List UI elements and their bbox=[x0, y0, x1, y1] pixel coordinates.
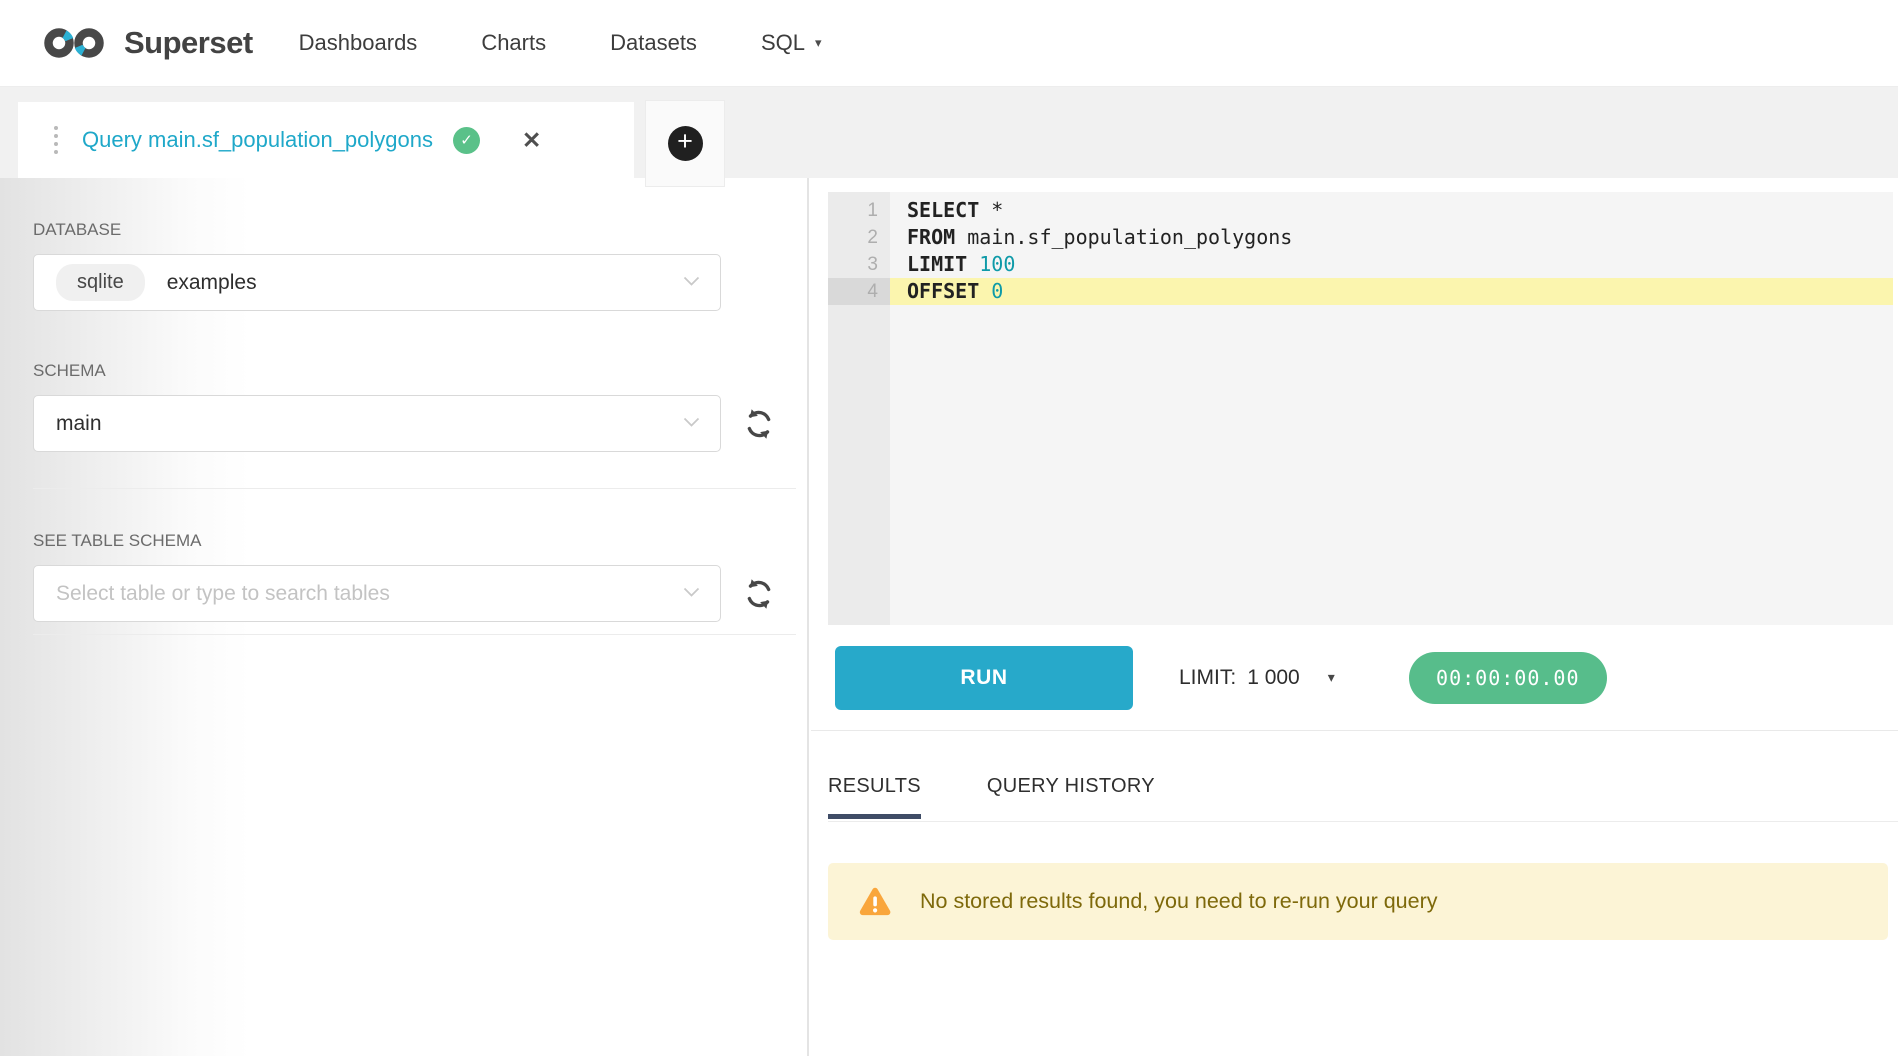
refresh-icon bbox=[742, 577, 776, 611]
top-nav: Superset Dashboards Charts Datasets SQL … bbox=[0, 0, 1898, 87]
see-table-schema-label: SEE TABLE SCHEMA bbox=[33, 531, 807, 551]
no-results-warning-banner: No stored results found, you need to re-… bbox=[828, 863, 1888, 940]
limit-value: 1 000 bbox=[1247, 666, 1300, 690]
sql-code-lines: 1 SELECT * 2 FROM main.sf_population_pol… bbox=[828, 197, 1893, 305]
query-tab-title[interactable]: Query main.sf_population_polygons bbox=[82, 127, 433, 153]
superset-logo[interactable]: Superset bbox=[40, 25, 253, 61]
line-number: 1 bbox=[828, 197, 890, 224]
code-text: LIMIT 100 bbox=[890, 251, 1893, 278]
database-label: DATABASE bbox=[33, 220, 807, 240]
brand-name: Superset bbox=[124, 25, 253, 61]
code-line-active: 4 OFFSET 0 bbox=[828, 278, 1893, 305]
editor-toolbar: RUN LIMIT: 1 000 ▾ 00:00:00.00 bbox=[811, 625, 1898, 731]
schema-label: SCHEMA bbox=[33, 361, 807, 381]
refresh-icon bbox=[742, 407, 776, 441]
refresh-schemas-button[interactable] bbox=[739, 404, 779, 444]
tab-query-history[interactable]: QUERY HISTORY bbox=[987, 775, 1155, 819]
nav-item-charts[interactable]: Charts bbox=[481, 30, 546, 56]
chevron-down-icon bbox=[683, 415, 700, 433]
caret-down-icon: ▾ bbox=[815, 35, 822, 51]
check-circle-icon: ✓ bbox=[453, 127, 480, 154]
sql-lab-left-panel: DATABASE sqlite examples SCHEMA main bbox=[0, 178, 809, 1056]
sql-lab-page: Superset Dashboards Charts Datasets SQL … bbox=[0, 0, 1898, 1056]
table-select-placeholder: Select table or type to search tables bbox=[56, 582, 390, 606]
query-tab-strip: Query main.sf_population_polygons ✓ ✕ bbox=[0, 86, 1898, 178]
schema-select[interactable]: main bbox=[33, 395, 721, 452]
superset-infinity-icon bbox=[40, 26, 108, 60]
code-line: 3 LIMIT 100 bbox=[828, 251, 1893, 278]
results-tabs-divider bbox=[828, 821, 1898, 822]
database-select[interactable]: sqlite examples bbox=[33, 254, 721, 311]
limit-dropdown[interactable]: LIMIT: 1 000 ▾ bbox=[1179, 666, 1335, 690]
chevron-down-icon bbox=[683, 585, 700, 603]
schema-select-value: main bbox=[56, 412, 102, 436]
warning-message: No stored results found, you need to re-… bbox=[920, 889, 1437, 914]
nav-menu: Dashboards Charts Datasets SQL ▾ bbox=[299, 30, 822, 56]
left-panel-divider bbox=[33, 488, 796, 489]
table-select[interactable]: Select table or type to search tables bbox=[33, 565, 721, 622]
nav-item-datasets[interactable]: Datasets bbox=[610, 30, 697, 56]
line-number: 4 bbox=[828, 278, 890, 305]
run-button[interactable]: RUN bbox=[835, 646, 1133, 710]
sql-editor-pane: 1 SELECT * 2 FROM main.sf_population_pol… bbox=[811, 178, 1898, 1056]
left-panel-divider bbox=[33, 634, 796, 635]
code-line: 2 FROM main.sf_population_polygons bbox=[828, 224, 1893, 251]
code-line: 1 SELECT * bbox=[828, 197, 1893, 224]
query-timer-badge: 00:00:00.00 bbox=[1409, 652, 1607, 704]
code-text: FROM main.sf_population_polygons bbox=[890, 224, 1893, 251]
warning-triangle-icon bbox=[856, 885, 894, 919]
refresh-tables-button[interactable] bbox=[739, 574, 779, 614]
nav-item-dashboards[interactable]: Dashboards bbox=[299, 30, 418, 56]
tab-results[interactable]: RESULTS bbox=[828, 775, 921, 819]
drag-dots-icon[interactable] bbox=[54, 126, 58, 154]
chevron-down-icon bbox=[683, 274, 700, 292]
close-icon[interactable]: ✕ bbox=[522, 127, 541, 154]
sql-code-editor[interactable]: 1 SELECT * 2 FROM main.sf_population_pol… bbox=[828, 192, 1893, 625]
caret-down-icon: ▾ bbox=[1328, 669, 1335, 686]
code-text: OFFSET 0 bbox=[890, 278, 1893, 305]
nav-item-sql-label: SQL bbox=[761, 30, 805, 56]
database-select-value: examples bbox=[167, 271, 257, 295]
line-number: 2 bbox=[828, 224, 890, 251]
query-tab-active[interactable]: Query main.sf_population_polygons ✓ ✕ bbox=[18, 102, 634, 178]
limit-label: LIMIT: bbox=[1179, 666, 1236, 690]
plus-circle-icon[interactable]: + bbox=[668, 126, 703, 161]
results-tabs: RESULTS QUERY HISTORY bbox=[828, 775, 1155, 819]
database-engine-tag: sqlite bbox=[56, 264, 145, 301]
code-text: SELECT * bbox=[890, 197, 1893, 224]
line-number: 3 bbox=[828, 251, 890, 278]
nav-item-sql[interactable]: SQL ▾ bbox=[761, 30, 822, 56]
new-tab-cell: + bbox=[645, 100, 725, 187]
